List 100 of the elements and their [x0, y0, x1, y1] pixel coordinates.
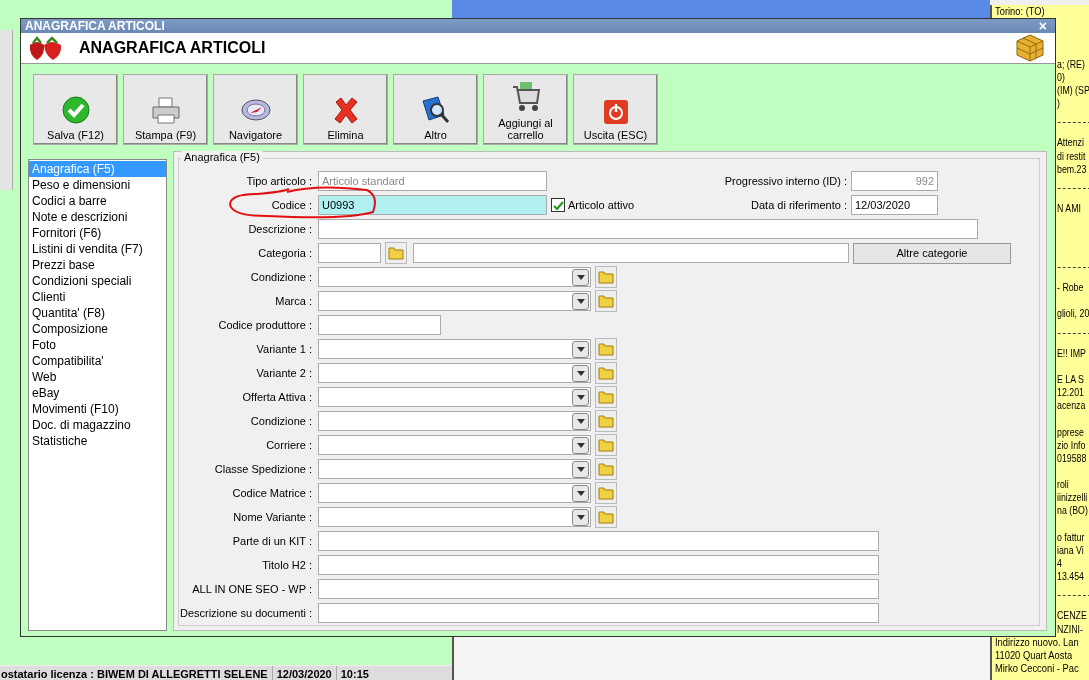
- note-text: - Robe: [1057, 280, 1084, 294]
- section-item[interactable]: Quantita' (F8): [29, 305, 166, 321]
- folder-button[interactable]: [595, 290, 617, 312]
- cube-icon: [1015, 33, 1045, 63]
- section-item[interactable]: Condizioni speciali: [29, 273, 166, 289]
- field-label: Titolo H2 :: [261, 559, 312, 571]
- section-item[interactable]: Peso e dimensioni: [29, 177, 166, 193]
- toolbar-button[interactable]: Uscita (ESC): [573, 74, 658, 145]
- text-field[interactable]: [318, 579, 879, 599]
- power-icon: [602, 99, 629, 125]
- section-item[interactable]: Web: [29, 369, 166, 385]
- section-item[interactable]: Statistiche: [29, 433, 166, 449]
- section-item[interactable]: Clienti: [29, 289, 166, 305]
- field-label: Tipo articolo :: [245, 175, 312, 187]
- folder-button[interactable]: [595, 362, 617, 384]
- dropdown-field[interactable]: [318, 387, 591, 407]
- folder-button[interactable]: [595, 338, 617, 360]
- note-text: CENZE: [1057, 609, 1087, 623]
- note-text: o fattur: [1057, 530, 1085, 544]
- toolbar-button[interactable]: Altro: [393, 74, 478, 145]
- status-text: ostatario licenza : BIWEM DI ALLEGRETTI SELENE: [0, 667, 269, 680]
- folder-button[interactable]: [595, 266, 617, 288]
- section-item[interactable]: Fornitori (F6): [29, 225, 166, 241]
- section-item[interactable]: Prezzi base: [29, 257, 166, 273]
- note-text: Attenzi: [1057, 136, 1084, 150]
- folder-button[interactable]: [595, 410, 617, 432]
- field-label: Condizione :: [249, 415, 312, 427]
- other-categories-button[interactable]: Altre categorie: [853, 242, 1011, 264]
- folder-button[interactable]: [595, 458, 617, 480]
- dropdown-field[interactable]: [318, 267, 591, 287]
- text-field[interactable]: 12/03/2020: [851, 195, 938, 215]
- note-text: ): [1057, 97, 1060, 110]
- field-label: Categoria :: [257, 247, 312, 259]
- note-text: 11020 Quart Aosta: [995, 648, 1073, 662]
- note-text: di restit: [1057, 149, 1086, 163]
- dropdown-icon: [572, 292, 589, 310]
- folder-button[interactable]: [385, 242, 407, 264]
- note-text: acenza: [1057, 399, 1086, 413]
- section-item[interactable]: Foto: [29, 337, 166, 353]
- text-field[interactable]: [318, 315, 441, 335]
- dropdown-field[interactable]: [318, 507, 591, 527]
- dropdown-icon: [572, 268, 589, 286]
- folder-button[interactable]: [595, 386, 617, 408]
- dropdown-icon: [572, 436, 589, 454]
- window-title: ANAGRAFICA ARTICOLI: [25, 19, 165, 33]
- field-label: Corriere :: [265, 439, 312, 451]
- dropdown-icon: [572, 340, 589, 358]
- text-field[interactable]: [318, 243, 381, 263]
- folder-button[interactable]: [595, 434, 617, 456]
- dropdown-field[interactable]: [318, 435, 591, 455]
- dropdown-icon: [572, 508, 589, 526]
- text-field[interactable]: U0993: [318, 195, 547, 215]
- section-item[interactable]: Compatibilita': [29, 353, 166, 369]
- note-text: bem.23: [1057, 162, 1087, 176]
- checkmark-icon: [60, 95, 91, 125]
- section-item[interactable]: Listini di vendita (F7): [29, 241, 166, 257]
- dropdown-field[interactable]: [318, 339, 591, 359]
- field-label: ALL IN ONE SEO - WP :: [191, 583, 312, 595]
- field-label: Classe Spedizione :: [213, 463, 312, 475]
- toolbar-button[interactable]: Navigatore: [213, 74, 298, 145]
- field-label: Offerta Attiva :: [241, 391, 312, 403]
- toolbar-button[interactable]: Salva (F12): [33, 74, 118, 145]
- toolbar-button[interactable]: Stampa (F9): [123, 74, 208, 145]
- section-item[interactable]: Note e descrizioni: [29, 209, 166, 225]
- section-item[interactable]: Composizione: [29, 321, 166, 337]
- dialog-heading: ANAGRAFICA ARTICOLI: [79, 39, 266, 57]
- text-field[interactable]: [318, 555, 879, 575]
- note-text: 019588: [1057, 451, 1087, 465]
- dropdown-field[interactable]: [318, 459, 591, 479]
- folder-button[interactable]: [595, 506, 617, 528]
- field-label: Condizione :: [249, 271, 312, 283]
- text-field[interactable]: [318, 219, 978, 239]
- field-label: Descrizione :: [247, 223, 312, 235]
- folder-button[interactable]: [595, 482, 617, 504]
- dropdown-field[interactable]: [318, 363, 591, 383]
- section-item[interactable]: Doc. di magazzino: [29, 417, 166, 433]
- dropdown-icon: [572, 484, 589, 502]
- note-text: na (BO): [1057, 504, 1088, 518]
- checkbox[interactable]: [551, 198, 565, 212]
- status-time: 10:15: [335, 666, 373, 680]
- text-field[interactable]: [413, 243, 849, 263]
- note-text: (IM) (SP: [1057, 83, 1089, 97]
- dropdown-field[interactable]: [318, 411, 591, 431]
- field-label: Progressivo interno (ID) :: [724, 175, 847, 187]
- section-item[interactable]: Codici a barre: [29, 193, 166, 209]
- note-text: Mirko Cecconi - Pac: [995, 662, 1079, 676]
- toolbar-button[interactable]: Elimina: [303, 74, 388, 145]
- field-label: Variante 2 :: [255, 367, 312, 379]
- note-text: a; (RE): [1057, 57, 1085, 71]
- text-field[interactable]: [318, 603, 879, 623]
- dropdown-field[interactable]: [318, 291, 591, 311]
- field-label: Variante 1 :: [255, 343, 312, 355]
- toolbar-button[interactable]: Aggiungi al carrello: [483, 74, 568, 145]
- section-item[interactable]: eBay: [29, 385, 166, 401]
- note-text: 0): [1057, 70, 1065, 84]
- section-item[interactable]: Movimenti (F10): [29, 401, 166, 417]
- field-label: Codice :: [270, 199, 312, 211]
- dropdown-field[interactable]: [318, 483, 591, 503]
- field-label: Parte di un KIT :: [231, 535, 312, 547]
- text-field[interactable]: [318, 531, 879, 551]
